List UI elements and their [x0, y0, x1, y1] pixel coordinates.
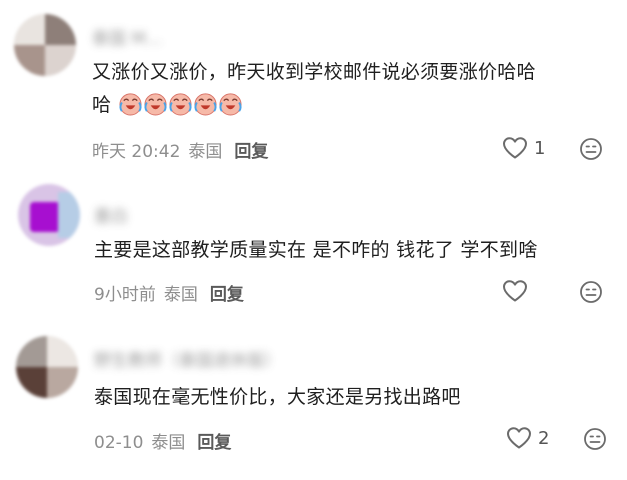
comment-location: 泰国 [151, 433, 186, 453]
comment-username[interactable]: 泰国 M... [92, 24, 162, 49]
comment-time: 02-10 [94, 433, 144, 453]
emoji-reaction-button[interactable] [583, 427, 607, 451]
comment-text-line: 泰国现在毫无性价比，大家还是另找出路吧 [94, 386, 461, 408]
like-count: 2 [538, 427, 550, 449]
comment-meta: 昨天 20:42 泰国 回复 [92, 137, 268, 162]
like-count: 1 [534, 137, 546, 159]
emoji-face-icon [579, 280, 603, 304]
like-button[interactable] [502, 279, 528, 303]
emoji-reaction-button[interactable] [579, 280, 603, 304]
comment-text: 泰国现在毫无性价比，大家还是另找出路吧 [94, 381, 461, 413]
comment-text-line: 哈 [92, 94, 112, 116]
comment-text-line: 又涨价又涨价，昨天收到学校邮件说必须要涨价哈哈 [92, 61, 536, 83]
comment-meta: 9小时前 泰国 回复 [94, 280, 244, 305]
crying-laughing-face-icon [219, 93, 242, 116]
emoji-face-icon [583, 427, 607, 451]
avatar[interactable] [16, 336, 78, 398]
comment-location: 泰国 [188, 142, 223, 162]
reply-button[interactable]: 回复 [210, 285, 244, 305]
emoji-face-icon [579, 137, 603, 161]
crying-laughing-face-icon [144, 93, 167, 116]
comment-time: 昨天 20:42 [92, 142, 181, 162]
reply-button[interactable]: 回复 [234, 142, 268, 162]
comment-text: 又涨价又涨价，昨天收到学校邮件说必须要涨价哈哈 [92, 56, 536, 88]
crying-laughing-face-icon [194, 93, 217, 116]
avatar[interactable] [14, 14, 76, 76]
like-button[interactable]: 1 [502, 136, 545, 160]
crying-laughing-face-icon [169, 93, 192, 116]
crying-laughing-sticker-icon [118, 93, 243, 116]
comment-text: 主要是这部教学质量实在 是不咋的 钱花了 学不到啥 [94, 234, 538, 266]
comment-text-line: 主要是这部教学质量实在 是不咋的 钱花了 学不到啥 [94, 239, 538, 261]
like-button[interactable]: 2 [506, 426, 549, 450]
heart-outline-icon [502, 136, 528, 160]
comment-username[interactable]: 墨白 [94, 202, 128, 227]
heart-outline-icon [502, 279, 528, 303]
comment-text-continued: 哈 [92, 89, 243, 121]
crying-laughing-face-icon [119, 93, 142, 116]
comment-username[interactable]: 野生教师（泰国退休版） [94, 346, 281, 371]
avatar[interactable] [18, 184, 80, 246]
heart-outline-icon [506, 426, 532, 450]
comment-location: 泰国 [163, 285, 198, 305]
emoji-reaction-button[interactable] [579, 137, 603, 161]
comment-time: 9小时前 [94, 285, 156, 305]
reply-button[interactable]: 回复 [197, 433, 231, 453]
comment-meta: 02-10 泰国 回复 [94, 428, 231, 453]
